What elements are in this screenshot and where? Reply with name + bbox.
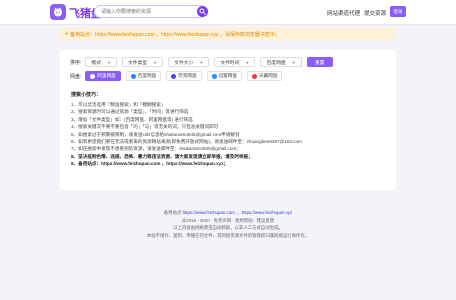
chip-label: 迅雷网盘 — [218, 73, 237, 78]
search-tips: 搜索小技巧： 1、可以灵活选用「精准搜索」和「模糊搜索」 2、搜索资源时可以通过… — [71, 91, 391, 168]
footer-disclaimer-2: 本站不储存、复制、传播任何文件，其网盘资源文件的管辖权归属网盘运行商所有。 — [146, 232, 310, 238]
xunlei-icon — [211, 73, 217, 79]
chevron-down-icon: ▼ — [199, 59, 204, 65]
dropdown-label: 文件时间 — [220, 60, 240, 66]
tip-item-warning: 8、坚决抵制色情、违规、恐怖、暴力等违法资源，请大家发现请立即举报，请及时举报； — [71, 153, 253, 159]
chevron-down-icon: ▼ — [245, 59, 250, 65]
chip-label: 百度网盘 — [137, 73, 157, 78]
notice-text: 备用站点：https://www.feizhupan.com ，https://… — [70, 31, 280, 38]
aliyun-icon — [90, 73, 96, 79]
footer-backup-line: 备用站点 https://www.feizhupan.com ， https:/… — [163, 210, 293, 215]
filter-card: 排序: 模式 ▼ 文件类型 ▼ 文件大小 ▼ 文件时间 ▼ 百度网盘 ▼ 重置 网盘: 阿… — [60, 50, 396, 190]
netdisk-chip-aliyun[interactable]: 阿里网盘 — [85, 71, 121, 81]
chevron-down-icon: ▼ — [153, 59, 158, 65]
footer-link-com[interactable]: https://www.feizhupan.com — [183, 210, 235, 215]
dropdown-label: 文件类型 — [127, 60, 148, 66]
tips-title: 搜索小技巧： — [71, 92, 102, 98]
netdisk-chip-quark[interactable]: 夸克网盘 — [166, 71, 202, 81]
dropdown-label: 文件大小 — [174, 60, 194, 66]
speaker-icon: 🔊︎ — [65, 31, 69, 37]
reset-button[interactable]: 重置 — [306, 57, 333, 67]
tip-item: 2、搜索资源时可以通过资源「类型」、「时间」等进行筛选 — [71, 109, 189, 115]
netdisk-chip-xunlei[interactable]: 迅雷网盘 — [206, 71, 242, 81]
tip-item: 7、如在搜索中发现不想看到的资源，请发送邮件至：shakanamo945@gma… — [71, 146, 241, 152]
pig-logo-icon[interactable] — [50, 4, 66, 20]
baidu-icon — [130, 73, 136, 79]
tip-item: 1、可以灵活选用「精准搜索」和「模糊搜索」 — [71, 102, 166, 107]
filter-row: 排序: 模式 ▼ 文件类型 ▼ 文件大小 ▼ 文件时间 ▼ 百度网盘 ▼ 重置 — [70, 57, 333, 67]
netdisk-dropdown[interactable]: 百度网盘 ▼ — [260, 57, 302, 67]
netdisk-label: 网盘: — [70, 73, 82, 80]
login-button[interactable]: 登录 — [390, 6, 406, 17]
nav-submit-resource[interactable]: 提交资源 — [364, 9, 386, 17]
chip-label: 天翼网盘 — [258, 73, 278, 78]
dropdown-label: 模式 — [91, 60, 101, 66]
file-type-dropdown[interactable]: 文件类型 ▼ — [121, 57, 164, 67]
chip-label: 阿里网盘 — [97, 73, 116, 78]
tip-item: 3、增加「文件类型」如：(百度网盘、阿里网盘等) 进行筛选 — [71, 116, 193, 122]
top-header: 飞猪盘 网站渠道代理 提交资源 登录 — [0, 0, 456, 25]
chip-label: 夸克网盘 — [178, 73, 197, 78]
search-button[interactable] — [197, 6, 208, 17]
footer-backup-label: 备用站点 — [163, 210, 182, 215]
search-input[interactable] — [94, 5, 206, 18]
quark-icon — [171, 73, 177, 79]
sort-label: 排序: — [70, 59, 82, 66]
footer-link-xyz[interactable]: https://www.feizhupan.xyz — [242, 210, 293, 215]
footer-copyright: @2016 - 2020 · 免责声明 · 使用帮助 · 建议反馈 — [181, 217, 275, 223]
nav-channel-agent[interactable]: 网站渠道代理 — [327, 9, 360, 17]
file-size-dropdown[interactable]: 文件大小 ▼ — [168, 57, 210, 67]
netdisk-chip-tianyi[interactable]: 天翼网盘 — [246, 71, 283, 81]
mode-dropdown[interactable]: 模式 ▼ — [85, 57, 117, 67]
dropdown-label: 百度网盘 — [266, 60, 286, 66]
tip-item: 6、如有希望我们要在无法或者来的资源网站来源(即免费开放式网站)，请发送邮件至：… — [71, 139, 302, 145]
search-icon — [199, 8, 206, 15]
tip-item-backup-sites: 9、备用站点：https://www.feizhupan.com ，https:… — [71, 161, 229, 167]
notice-bar: 🔊︎ 备用站点：https://www.feizhupan.com ，https… — [60, 28, 396, 40]
tianyi-icon — [251, 73, 257, 79]
page-footer: 备用站点 https://www.feizhupan.com ， https:/… — [0, 209, 456, 239]
netdisk-chip-baidu[interactable]: 百度网盘 — [125, 71, 162, 81]
tip-item: 4、搜索关键次不要不要包含「的」「与」等无关的词，只包含关键词即可 — [71, 124, 219, 130]
chevron-down-icon: ▼ — [291, 59, 296, 65]
file-time-dropdown[interactable]: 文件时间 ▼ — [214, 57, 256, 67]
chevron-down-icon: ▼ — [107, 59, 111, 65]
tip-item: 5、如搜索过于频繁被限制，请发送UID信息给shakanamo945@gmail… — [71, 131, 240, 137]
footer-disclaimer-1: 以上内容由网络爬虫自动抓取，以非人工方式自动生成。 — [173, 225, 283, 230]
netdisk-row: 网盘: 阿里网盘 百度网盘 夸克网盘 迅雷网盘 天翼网盘 — [70, 71, 287, 81]
